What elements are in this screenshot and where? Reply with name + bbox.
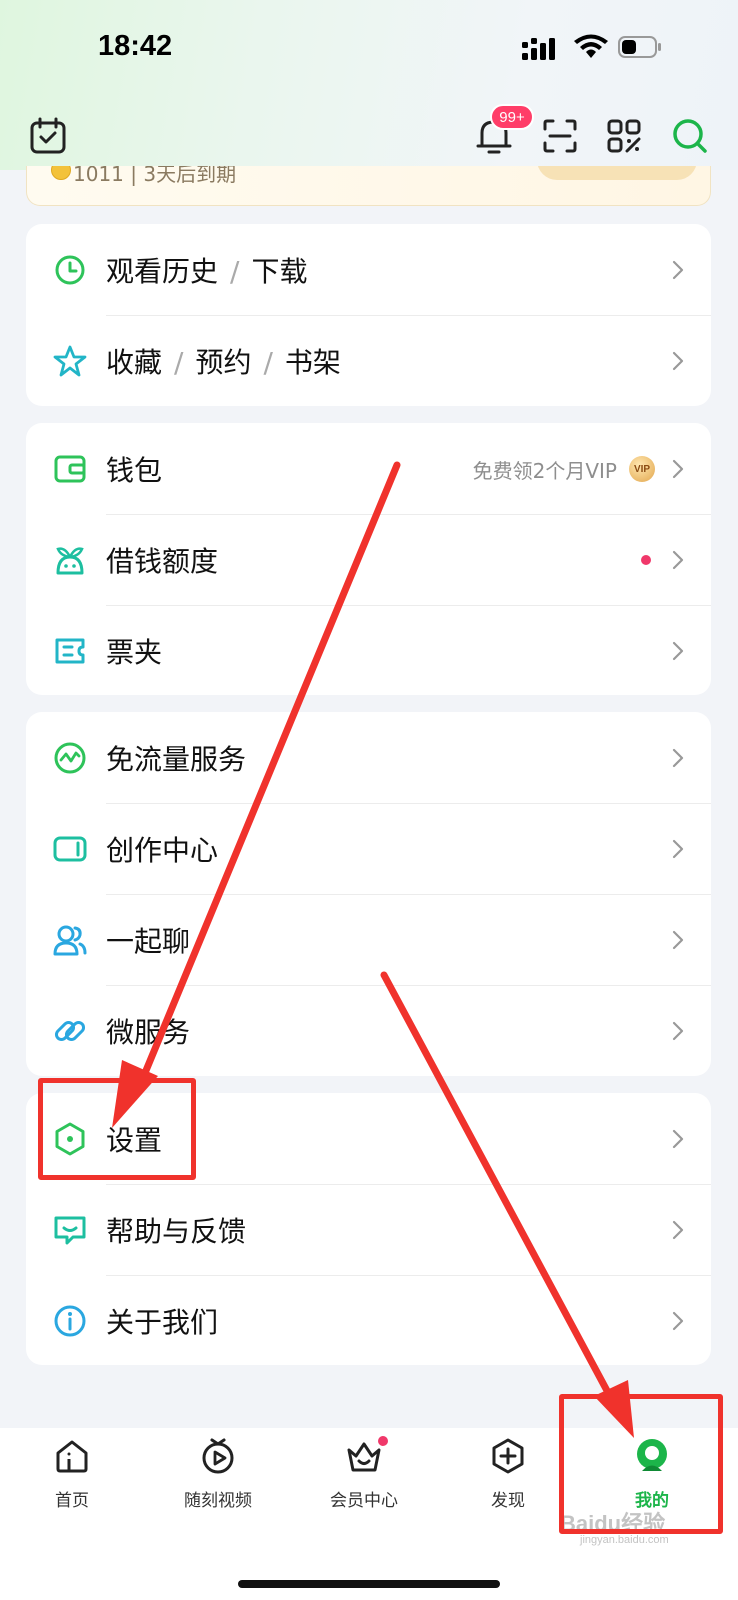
annotation-arrow-to-mine [380, 971, 616, 1404]
annotation-arrowhead-mine [594, 1380, 634, 1438]
annotation-arrow-to-settings [136, 461, 401, 1089]
annotation-arrowhead-settings [112, 1060, 158, 1128]
annotation-arrows [112, 461, 634, 1438]
